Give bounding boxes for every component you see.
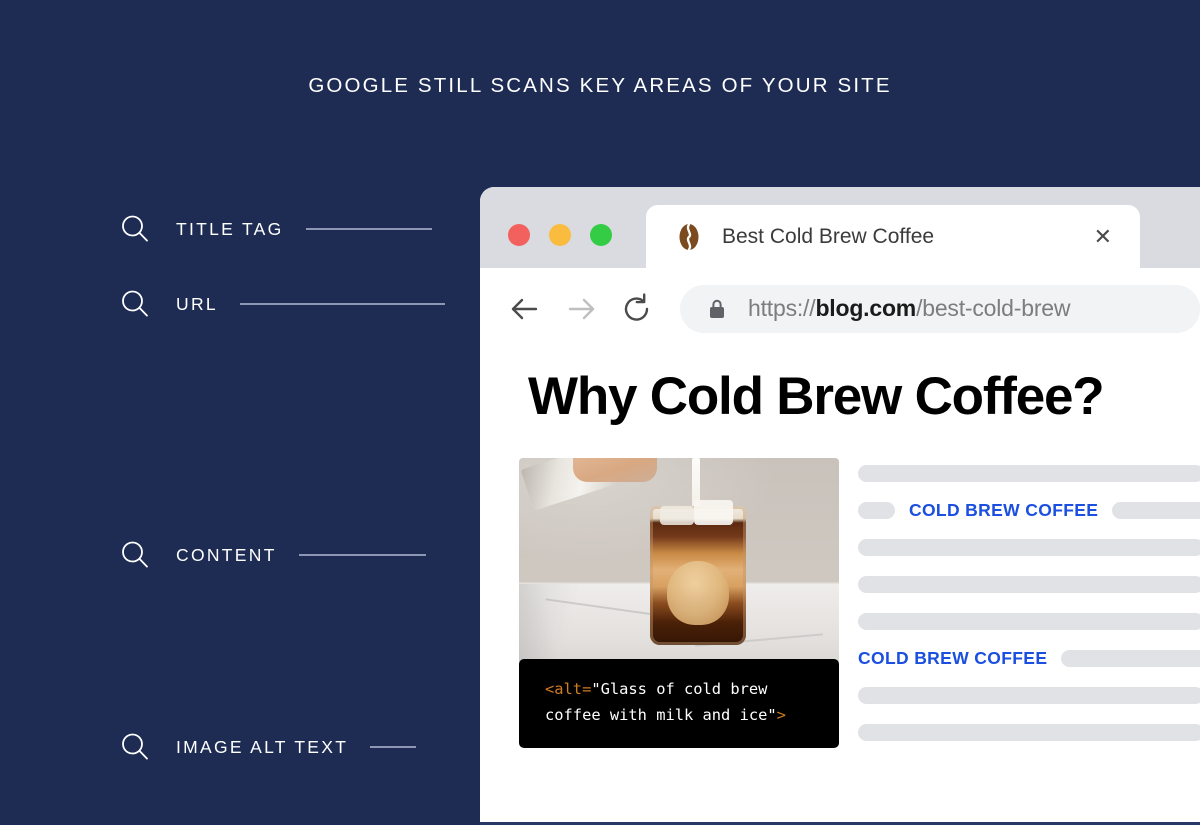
checklist-item-label: CONTENT	[176, 544, 277, 565]
arrow-right-icon[interactable]	[564, 292, 598, 326]
web-page-content: Why Cold Brew Coffee? <alt="Glass of col…	[480, 349, 1200, 825]
photo-milk-swirl	[667, 561, 729, 626]
checklist-item-label: URL	[176, 293, 218, 314]
arrow-left-icon[interactable]	[508, 292, 542, 326]
skeleton-row	[858, 677, 1200, 714]
skeleton-row	[858, 529, 1200, 566]
photo-coffee-jar	[650, 500, 747, 645]
cold-brew-photo	[519, 458, 839, 675]
close-icon[interactable]: ✕	[1094, 225, 1112, 248]
reload-icon[interactable]	[620, 292, 654, 326]
skeleton-row-keyword: COLD BREW COFFEE	[858, 640, 1200, 677]
url-scheme: https://	[748, 295, 816, 321]
photo-backdrop	[519, 458, 839, 675]
browser-tab-strip: Best Cold Brew Coffee ✕	[480, 187, 1200, 268]
keyword-highlight: COLD BREW COFFEE	[908, 500, 1099, 520]
checklist-connector-line	[305, 228, 432, 230]
skeleton-bar	[858, 576, 1200, 593]
magnifier-icon	[118, 538, 152, 572]
alt-value-line1: "Glass of cold brew	[591, 680, 768, 698]
keyword-highlight: COLD BREW COFFEE	[858, 648, 1048, 668]
skeleton-bar	[858, 613, 1200, 630]
magnifier-icon	[118, 287, 152, 321]
magnifier-icon	[118, 212, 152, 246]
checklist-item-content[interactable]: CONTENT	[118, 538, 426, 572]
skeleton-row	[858, 455, 1200, 492]
browser-toolbar: https://blog.com/best-cold-brew	[480, 268, 1200, 349]
checklist-item-image-alt-text[interactable]: IMAGE ALT TEXT	[118, 730, 417, 764]
checklist-item-url[interactable]: URL	[118, 287, 445, 321]
checklist-item-title-tag[interactable]: TITLE TAG	[118, 212, 432, 246]
skeleton-row	[858, 714, 1200, 751]
page-title: Why Cold Brew Coffee?	[528, 367, 1105, 426]
skeleton-bar	[1061, 650, 1200, 667]
skeleton-bar	[858, 502, 895, 519]
skeleton-row-keyword: COLD BREW COFFEE	[858, 492, 1200, 529]
skeleton-row	[858, 566, 1200, 603]
checklist-item-label: TITLE TAG	[176, 218, 284, 239]
checklist-connector-line	[370, 746, 417, 748]
article-text-skeleton: COLD BREW COFFEE COLD BREW COFFEE	[858, 455, 1200, 751]
lock-icon	[708, 298, 726, 320]
coffee-bean-icon	[674, 222, 704, 252]
minimize-window-button[interactable]	[549, 224, 571, 246]
skeleton-bar	[858, 539, 1200, 556]
checklist-item-label: IMAGE ALT TEXT	[176, 736, 349, 757]
photo-hand	[573, 458, 657, 482]
photo-ice-cube-left	[659, 505, 695, 526]
close-window-button[interactable]	[508, 224, 530, 246]
alt-close-tag: >	[776, 706, 786, 724]
browser-tab-title: Best Cold Brew Coffee	[722, 224, 935, 248]
seo-checklist-panel: TITLE TAG URL CONTENT IMAGE ALT TEXT	[0, 0, 478, 825]
alt-open-tag: <alt=	[545, 680, 592, 698]
url-path: /best-cold-brew	[916, 295, 1071, 321]
skeleton-row	[858, 603, 1200, 640]
url-host: blog.com	[815, 295, 917, 321]
browser-window: Best Cold Brew Coffee ✕ https://blog.com…	[480, 187, 1200, 825]
checklist-connector-line	[298, 554, 426, 556]
window-controls	[508, 224, 612, 246]
maximize-window-button[interactable]	[590, 224, 612, 246]
browser-tab-active[interactable]: Best Cold Brew Coffee ✕	[646, 205, 1140, 268]
skeleton-bar	[858, 724, 1200, 741]
photo-ice-cube-right	[694, 500, 733, 526]
alt-value-line2: coffee with milk and ice"	[545, 706, 777, 724]
skeleton-bar	[1112, 502, 1200, 519]
skeleton-bar	[858, 465, 1200, 482]
address-bar-url: https://blog.com/best-cold-brew	[748, 295, 1070, 322]
address-bar[interactable]: https://blog.com/best-cold-brew	[680, 284, 1200, 333]
checklist-connector-line	[239, 303, 445, 305]
skeleton-bar	[858, 687, 1200, 704]
image-alt-code-block: <alt="Glass of cold brew coffee with milk…	[519, 659, 839, 748]
magnifier-icon	[118, 730, 152, 764]
